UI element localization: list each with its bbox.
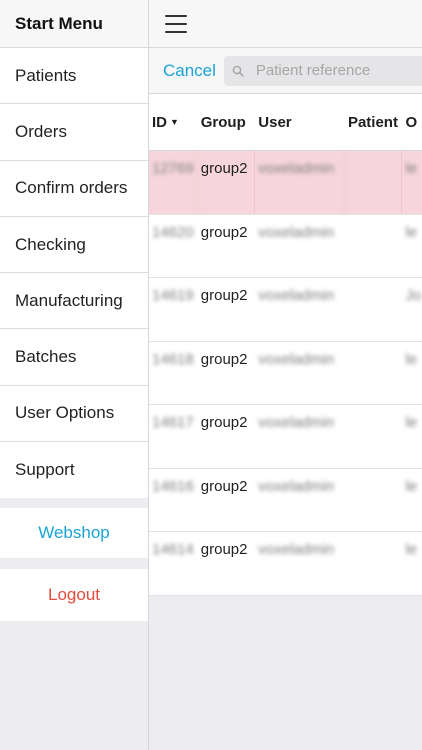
search-icon bbox=[232, 65, 244, 77]
sidebar: Start Menu Patients Orders Confirm order… bbox=[0, 0, 149, 750]
cell-id: 14616 bbox=[152, 477, 194, 495]
sort-desc-icon: ▼ bbox=[170, 117, 179, 127]
column-header-id[interactable]: ID ▼ bbox=[149, 94, 198, 150]
cell-user: voxeladmin bbox=[258, 414, 335, 431]
cell-id: 14614 bbox=[152, 541, 194, 558]
cell-id: 14619 bbox=[152, 287, 194, 304]
search-box[interactable] bbox=[223, 55, 422, 86]
sidebar-menu: Patients Orders Confirm orders Checking … bbox=[0, 48, 148, 499]
cancel-button[interactable]: Cancel bbox=[163, 61, 216, 81]
cell-patient bbox=[345, 532, 403, 595]
search-input[interactable] bbox=[255, 62, 416, 79]
table-row[interactable]: 12769 group2 voxeladmin le bbox=[149, 151, 422, 215]
sidebar-item-checking[interactable]: Checking bbox=[0, 216, 148, 274]
main-panel: Cancel ID▼ Group User Patient O 12769 gr… bbox=[149, 0, 422, 750]
cell-patient bbox=[345, 215, 403, 278]
cell-group: group2 bbox=[198, 151, 256, 214]
cell-patient bbox=[345, 278, 403, 341]
cell-group: group2 bbox=[200, 541, 248, 558]
table-row[interactable]: 14616 group2 voxeladmin le bbox=[149, 469, 422, 532]
cell-user: voxeladmin bbox=[258, 287, 335, 304]
cell-group: group2 bbox=[200, 350, 248, 368]
cell-o: Jo bbox=[405, 287, 422, 304]
top-bar bbox=[149, 0, 422, 48]
cell-o: le bbox=[405, 223, 418, 241]
cell-o: le bbox=[405, 477, 418, 495]
cell-user: voxeladmin bbox=[255, 151, 345, 214]
cell-o: le bbox=[405, 414, 418, 431]
cell-group: group2 bbox=[200, 477, 248, 495]
table-row[interactable]: 14617 group2 voxeladmin le bbox=[149, 405, 422, 469]
cell-id: 14620 bbox=[152, 223, 194, 241]
cell-o: le bbox=[405, 160, 418, 177]
cell-user: voxeladmin bbox=[258, 541, 335, 558]
sidebar-item-support[interactable]: Support bbox=[0, 442, 148, 499]
sidebar-title: Start Menu bbox=[0, 0, 148, 48]
sidebar-item-batches[interactable]: Batches bbox=[0, 329, 148, 386]
hamburger-menu-icon[interactable] bbox=[165, 14, 187, 33]
cell-group: group2 bbox=[200, 287, 248, 304]
app-root: Start Menu Patients Orders Confirm order… bbox=[0, 0, 422, 750]
search-bar: Cancel bbox=[149, 48, 422, 94]
table-row[interactable]: 14618 group2 voxeladmin le bbox=[149, 342, 422, 405]
cell-user: voxeladmin bbox=[258, 223, 335, 241]
sidebar-item-confirm-orders[interactable]: Confirm orders bbox=[0, 160, 148, 217]
sidebar-item-orders[interactable]: Orders bbox=[0, 104, 148, 161]
cell-id: 14618 bbox=[152, 350, 194, 368]
cell-user: voxeladmin bbox=[258, 477, 335, 495]
cell-o: le bbox=[405, 541, 418, 558]
column-header-o[interactable]: O bbox=[402, 94, 422, 150]
cell-id: 14617 bbox=[152, 414, 194, 431]
column-header-user[interactable]: User bbox=[255, 94, 345, 150]
cell-o: le bbox=[405, 350, 418, 368]
sidebar-item-manufacturing[interactable]: Manufacturing bbox=[0, 273, 148, 330]
sidebar-item-patients[interactable]: Patients bbox=[0, 48, 148, 105]
table-row[interactable]: 14619 group2 voxeladmin Jo bbox=[149, 278, 422, 342]
cell-patient bbox=[345, 405, 403, 468]
cell-id: 12769 bbox=[149, 151, 198, 214]
cell-group: group2 bbox=[200, 414, 248, 431]
table-row[interactable]: 14614 group2 voxeladmin le bbox=[149, 532, 422, 596]
cell-patient bbox=[345, 151, 403, 214]
cell-patient bbox=[345, 469, 403, 532]
logout-button[interactable]: Logout bbox=[0, 569, 148, 622]
orders-table: ID ▼ Group User Patient O 12769 group2 vo… bbox=[149, 94, 422, 596]
cell-group: group2 bbox=[200, 223, 248, 241]
cell-patient bbox=[345, 342, 403, 405]
table-row[interactable]: 14620 group2 voxeladmin le bbox=[149, 215, 422, 278]
webshop-button[interactable]: Webshop bbox=[0, 508, 148, 559]
column-header-patient[interactable]: Patient bbox=[345, 94, 403, 150]
cell-user: voxeladmin bbox=[258, 350, 335, 368]
sidebar-item-user-options[interactable]: User Options bbox=[0, 385, 148, 443]
column-header-group[interactable]: Group bbox=[198, 94, 256, 150]
table-header-row: ID ▼ Group User Patient O bbox=[149, 94, 422, 151]
